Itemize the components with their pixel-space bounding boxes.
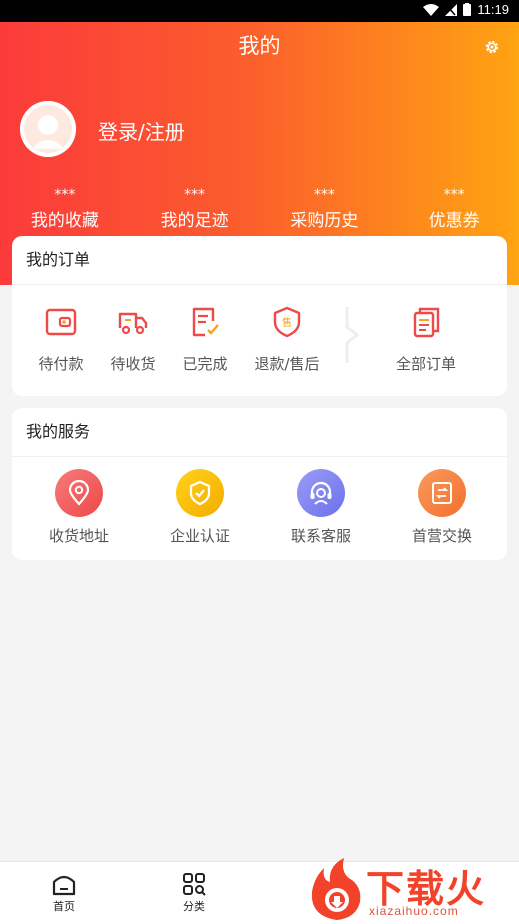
- stat-favorites[interactable]: *** 我的收藏: [0, 188, 130, 231]
- orders-title: 我的订单: [12, 236, 507, 285]
- order-items: 待付款 待收货 已完成 售 退款/售后 全部订单: [12, 285, 507, 395]
- order-pending-payment[interactable]: 待付款: [21, 285, 101, 374]
- wallet-icon: [45, 308, 77, 336]
- stat-coupons[interactable]: *** 优惠券: [389, 188, 519, 231]
- services-card: 我的服务 收货地址 企业认证 联系客服 首营交换: [12, 408, 507, 560]
- stat-value: ***: [54, 187, 76, 203]
- order-item-label: 退款/售后: [254, 355, 320, 373]
- order-item-label: 待收货: [110, 355, 156, 373]
- order-item-label: 全部订单: [395, 355, 456, 373]
- service-label: 联系客服: [290, 527, 351, 545]
- stat-value: ***: [443, 187, 465, 203]
- location-pin-icon: [68, 480, 90, 506]
- services-row: 收货地址 企业认证 联系客服 首营交换: [12, 457, 507, 557]
- service-icon-circle: [297, 469, 345, 517]
- service-enterprise-cert[interactable]: 企业认证: [145, 469, 255, 546]
- category-grid-icon: [183, 873, 206, 896]
- order-completed[interactable]: 已完成: [165, 285, 245, 374]
- status-bar: 11:19: [0, 0, 519, 22]
- stat-footprint[interactable]: *** 我的足迹: [130, 188, 260, 231]
- service-first-exchange[interactable]: 首营交换: [387, 469, 497, 546]
- service-icon-circle: [418, 469, 466, 517]
- battery-icon: [463, 3, 472, 16]
- home-icon: [52, 875, 76, 896]
- exchange-doc-icon: [432, 482, 452, 504]
- wifi-icon: [423, 3, 440, 16]
- service-customer-support[interactable]: 联系客服: [266, 469, 376, 546]
- order-refund-aftersale[interactable]: 售 退款/售后: [247, 285, 327, 374]
- tab-label: 首页: [53, 900, 75, 913]
- stat-value: ***: [313, 187, 335, 203]
- service-icon-circle: [176, 469, 224, 517]
- service-icon-circle: [55, 469, 103, 517]
- avatar[interactable]: [20, 101, 76, 157]
- stat-purchase-history[interactable]: *** 采购历史: [260, 188, 390, 231]
- order-pending-receipt[interactable]: 待收货: [93, 285, 173, 374]
- service-address[interactable]: 收货地址: [24, 469, 134, 546]
- shield-sale-icon: 售: [273, 306, 301, 338]
- headset-icon: [310, 481, 332, 505]
- watermark-url: xiazaihuo.com: [369, 904, 459, 918]
- order-item-label: 已完成: [182, 355, 228, 373]
- user-avatar-icon: [20, 101, 76, 157]
- flame-logo-icon: [311, 858, 361, 920]
- stat-value: ***: [184, 187, 206, 203]
- service-label: 企业认证: [169, 527, 230, 545]
- svg-text:售: 售: [282, 316, 292, 329]
- stat-label: 我的收藏: [30, 211, 99, 231]
- tab-home[interactable]: 首页: [34, 872, 94, 914]
- stats-row: *** 我的收藏 *** 我的足迹 *** 采购历史 *** 优惠券: [0, 188, 519, 231]
- signal-icon: [445, 3, 458, 16]
- divider-arrow: [345, 307, 359, 363]
- shield-check-icon: [189, 480, 211, 506]
- orders-card: 我的订单 待付款 待收货 已完成 售 退款/售后 全部订单: [12, 236, 507, 396]
- service-label: 收货地址: [48, 527, 109, 545]
- services-title: 我的服务: [12, 408, 507, 457]
- gear-icon[interactable]: [483, 38, 501, 56]
- login-register-link[interactable]: 登录/注册: [98, 116, 185, 145]
- documents-icon: [413, 307, 440, 338]
- stat-label: 优惠券: [428, 211, 480, 231]
- page-title: 我的: [238, 34, 281, 58]
- truck-icon: [118, 312, 148, 335]
- status-icons: 11:19: [423, 2, 509, 17]
- checklist-icon: [192, 307, 219, 337]
- service-label: 首营交换: [411, 527, 472, 545]
- tab-category[interactable]: 分类: [164, 872, 224, 914]
- status-time: 11:19: [477, 2, 509, 17]
- stat-label: 我的足迹: [160, 211, 229, 231]
- order-all[interactable]: 全部订单: [386, 285, 466, 374]
- stat-label: 采购历史: [290, 211, 359, 231]
- watermark: 下载火 xiazaihuo.com: [304, 856, 519, 924]
- tab-label: 分类: [183, 900, 205, 913]
- order-item-label: 待付款: [38, 355, 84, 373]
